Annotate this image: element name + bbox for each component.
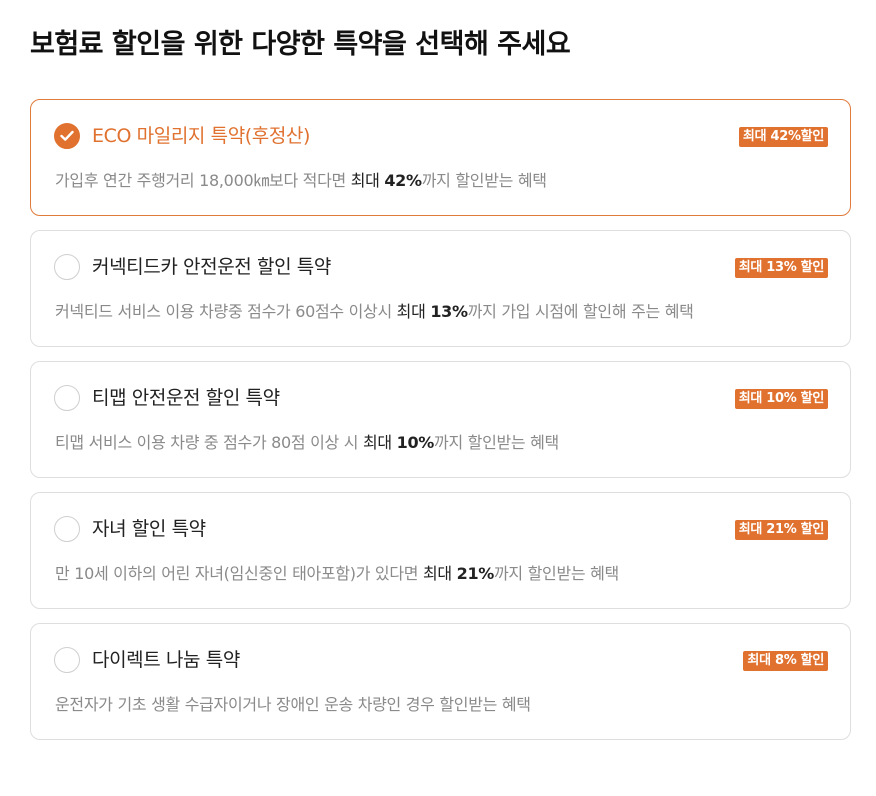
option-description: 운전자가 기초 생활 수급자이거나 장애인 운송 차량인 경우 할인받는 혜택 [55, 695, 531, 714]
option-title: ECO 마일리지 특약(후정산) [92, 125, 311, 147]
page-title: 보험료 할인을 위한 다양한 특약을 선택해 주세요 [30, 29, 571, 60]
option-card-child[interactable]: 자녀 할인 특약 최대 21% 할인 만 10세 이하의 어린 자녀(임신중인 … [30, 492, 851, 609]
discount-badge: 최대 8% 할인 [743, 651, 828, 671]
checked-radio-icon[interactable] [54, 123, 80, 149]
discount-badge: 최대 42%할인 [738, 127, 828, 147]
radio-icon[interactable] [54, 385, 80, 411]
discount-badge: 최대 21% 할인 [734, 520, 828, 540]
radio-icon[interactable] [54, 516, 80, 542]
option-title: 커넥티드카 안전운전 할인 특약 [92, 256, 331, 278]
option-title: 티맵 안전운전 할인 특약 [92, 387, 280, 409]
discount-badge: 최대 10% 할인 [734, 389, 828, 409]
option-card-connected-car[interactable]: 커넥티드카 안전운전 할인 특약 최대 13% 할인 커넥티드 서비스 이용 차… [30, 230, 851, 347]
option-description: 커넥티드 서비스 이용 차량중 점수가 60점수 이상시 최대 13%까지 가입… [55, 302, 694, 321]
option-description: 티맵 서비스 이용 차량 중 점수가 80점 이상 시 최대 10%까지 할인받… [55, 433, 559, 452]
radio-icon[interactable] [54, 254, 80, 280]
option-description: 가입후 연간 주행거리 18,000㎞보다 적다면 최대 42%까지 할인받는 … [55, 171, 547, 190]
option-title: 다이렉트 나눔 특약 [92, 649, 240, 671]
option-card-tmap[interactable]: 티맵 안전운전 할인 특약 최대 10% 할인 티맵 서비스 이용 차량 중 점… [30, 361, 851, 478]
option-card-direct-sharing[interactable]: 다이렉트 나눔 특약 최대 8% 할인 운전자가 기초 생활 수급자이거나 장애… [30, 623, 851, 740]
radio-icon[interactable] [54, 647, 80, 673]
option-card-eco-mileage[interactable]: ECO 마일리지 특약(후정산) 최대 42%할인 가입후 연간 주행거리 18… [30, 99, 851, 216]
discount-badge: 최대 13% 할인 [734, 258, 828, 278]
option-title: 자녀 할인 특약 [92, 518, 206, 540]
option-description: 만 10세 이하의 어린 자녀(임신중인 태아포함)가 있다면 최대 21%까지… [55, 564, 619, 583]
